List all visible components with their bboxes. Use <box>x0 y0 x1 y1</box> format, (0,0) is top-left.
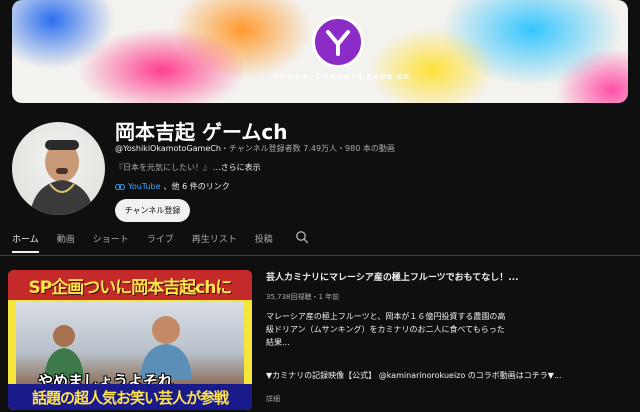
channel-tabs: ホーム 動画 ショート ライブ 再生リスト 投稿 <box>12 230 309 254</box>
link-icon <box>115 183 125 190</box>
channel-meta: @YoshikiOkamotoGameCh・チャンネル登録者数 7.49万人・9… <box>115 143 395 154</box>
show-more-link[interactable]: ...さらに表示 <box>213 163 261 172</box>
search-icon[interactable] <box>295 230 309 244</box>
featured-video-stats: 35,738回視聴・1 年前 <box>266 293 340 301</box>
thumbnail-top-caption: SP企画ついに岡本吉起chに <box>8 270 252 300</box>
banner-tagline: YOSHIKI OKAMOTO GAME CH <box>273 74 411 81</box>
tab-posts[interactable]: 投稿 <box>255 232 273 251</box>
channel-description[interactable]: 『日本を元気にしたい！』 ...さらに表示 <box>115 162 261 173</box>
featured-video-title[interactable]: 芸人カミナリにマレーシア産の極上フルーツでおもてなし！... <box>266 270 626 283</box>
youtube-link[interactable]: YouTube <box>128 182 161 191</box>
tab-videos[interactable]: 動画 <box>57 232 75 251</box>
description-text: 『日本を元気にしたい！』 <box>115 163 211 172</box>
channel-handle: @YoshikiOkamotoGameCh <box>115 144 221 153</box>
tabs-divider <box>0 255 640 256</box>
tab-playlists[interactable]: 再生リスト <box>192 232 237 251</box>
channel-banner: YOSHIKI OKAMOTO GAME CH <box>12 0 628 103</box>
tab-home[interactable]: ホーム <box>12 232 39 253</box>
more-links-text[interactable]: 、他 6 件のリンク <box>164 181 230 192</box>
channel-name: 岡本吉起 ゲームch <box>115 120 288 144</box>
thumbnail-bottom-caption: 話題の超人気お笑い芸人が参戦 <box>8 384 252 410</box>
channel-logo-icon <box>312 16 364 68</box>
channel-links[interactable]: YouTube 、他 6 件のリンク <box>115 181 230 192</box>
subscribe-button[interactable]: チャンネル登録 <box>115 199 190 222</box>
tab-live[interactable]: ライブ <box>147 232 174 251</box>
featured-video-thumbnail[interactable]: SP企画ついに岡本吉起chに やめましょうよそれ 話題の超人気お笑い芸人が参戦 <box>8 270 252 410</box>
channel-stats: ・チャンネル登録者数 7.49万人・980 本の動画 <box>220 144 395 153</box>
tab-shorts[interactable]: ショート <box>93 232 129 251</box>
details-link[interactable]: 詳細 <box>266 394 280 404</box>
featured-video-description: マレーシア産の極上フルーツと、岡本が１６億円投資する農園の高級ドリアン（ムサンキ… <box>266 312 506 347</box>
channel-avatar[interactable] <box>12 122 105 215</box>
featured-video-description-extra: ▼カミナリの記録映像【公式】 @kaminarinorokueizo のコラボ動… <box>266 371 562 380</box>
